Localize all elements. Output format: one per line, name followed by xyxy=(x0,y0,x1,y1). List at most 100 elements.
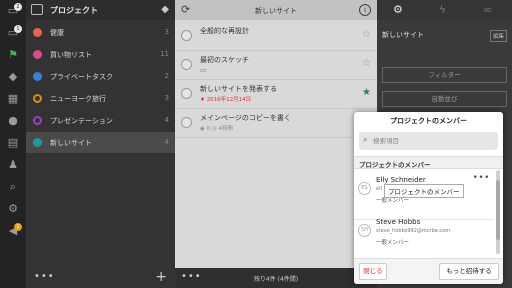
project-color-dot xyxy=(33,50,42,59)
project-name: プレゼンテーション xyxy=(50,117,113,125)
search-icon[interactable]: ⌕ xyxy=(6,180,20,194)
member-scrollbar[interactable] xyxy=(496,170,500,254)
notification-badge: 1 xyxy=(14,25,22,33)
task-item[interactable]: 最初のスケッチ ▭ ☆ xyxy=(175,51,377,80)
task-list: ⟳ 新しいサイト i 全般的な再設計 ☆ 最初のスケッチ ▭ ☆ 新しいサイトを… xyxy=(175,0,377,288)
section-title: プロジェクトのメンバー xyxy=(359,161,431,169)
link-icon[interactable]: ∞ xyxy=(483,3,492,16)
member-role: 一般メンバー xyxy=(376,240,410,246)
project-color-dot xyxy=(33,116,42,125)
task-list-header: ⟳ 新しいサイト i xyxy=(175,0,377,20)
task-list-title: 新しいサイト xyxy=(255,7,297,15)
lightning-icon[interactable]: ϟ xyxy=(439,3,446,16)
more-icon[interactable]: ••• xyxy=(473,173,490,183)
project-item-health[interactable]: 健康 3 xyxy=(26,22,175,43)
task-name: 最初のスケッチ xyxy=(200,56,249,64)
project-color-dot xyxy=(33,28,42,37)
task-checkbox[interactable] xyxy=(181,88,192,99)
task-name: メインページのコピーを書く xyxy=(200,114,291,122)
member-tooltip: プロジェクトのメンバー xyxy=(384,184,464,198)
task-checkbox[interactable] xyxy=(181,30,192,41)
task-meta: ▭ xyxy=(200,66,207,74)
task-checkbox[interactable] xyxy=(181,117,192,128)
more-icon[interactable]: ••• xyxy=(34,271,55,282)
calendar-icon[interactable]: ▦ xyxy=(6,92,20,106)
tag-icon[interactable]: ◆ xyxy=(6,70,20,84)
project-members-popover: プロジェクトのメンバー ⌕ プロジェクトのメンバー ES Elly Schnei… xyxy=(354,112,503,284)
popover-footer: 閉じる もっと招待する xyxy=(354,258,503,284)
project-count: 4 xyxy=(164,116,169,124)
filter-button[interactable]: フィルター xyxy=(382,67,507,83)
project-count: 2 xyxy=(164,72,169,80)
project-color-dot xyxy=(33,138,42,147)
member-email: ell xyxy=(376,186,382,192)
member-name: Steve Hobbs xyxy=(376,218,421,226)
project-count: 3 xyxy=(164,94,169,102)
flame-icon: ♦ xyxy=(200,97,205,103)
close-button[interactable]: 閉じる xyxy=(359,263,387,280)
task-estimate: 4時間 xyxy=(218,126,233,132)
member-search: ⌕ xyxy=(359,132,498,150)
star-icon[interactable]: ★ xyxy=(362,87,371,98)
star-icon[interactable]: ☆ xyxy=(362,58,371,69)
detail-header: ⚙ ϟ ∞ xyxy=(377,0,512,20)
chat-icon[interactable]: ● xyxy=(6,114,20,128)
monitor-icon: ▭ xyxy=(200,66,207,74)
reports-icon[interactable]: ▤ xyxy=(6,136,20,150)
autosort-button[interactable]: 自動並び xyxy=(382,91,507,107)
project-list-footer: ••• + xyxy=(26,268,175,288)
task-item[interactable]: メインページのコピーを書く ◉ 0 ◷ 4時間 ☆ xyxy=(175,109,377,138)
task-item[interactable]: 新しいサイトを発表する ♦ 2016年12月14日 ★ xyxy=(175,80,377,109)
avatar: ES xyxy=(358,182,371,195)
task-comment-count: 0 xyxy=(206,126,211,132)
member-name: Elly Schneider xyxy=(376,176,426,184)
flag-icon[interactable]: ⚑ xyxy=(6,48,20,62)
project-item-presentation[interactable]: プレゼンテーション 4 xyxy=(26,110,175,131)
project-count: 11 xyxy=(160,50,169,58)
task-name: 全般的な再設計 xyxy=(200,27,249,35)
notification-badge: 2 xyxy=(14,3,22,11)
info-icon[interactable]: i xyxy=(359,4,371,16)
member-email: steve_hobbs992@mcrbe.com xyxy=(376,228,451,234)
project-item-newyork[interactable]: ニューヨーク旅行 3 xyxy=(26,88,175,109)
project-list-header: プロジェクト ◆ xyxy=(26,0,175,20)
project-color-dot xyxy=(33,72,42,81)
gear-icon[interactable]: ⚙ xyxy=(6,202,20,216)
project-name: 新しいサイト xyxy=(50,139,92,147)
task-name: 新しいサイトを発表する xyxy=(200,85,277,93)
project-list: プロジェクト ◆ 健康 3 買い物リスト 11 プライベートタスク 2 ニューヨ… xyxy=(26,0,175,288)
project-color-dot xyxy=(33,94,42,103)
task-item[interactable]: 全般的な再設計 ☆ xyxy=(175,22,377,51)
project-name-field[interactable]: 新しいサイト xyxy=(382,30,424,40)
edit-button[interactable]: 編集 xyxy=(489,30,507,42)
inbox-icon xyxy=(31,4,43,15)
task-meta: ♦ 2016年12月14日 xyxy=(200,95,251,103)
remaining-count: 残り4件 (4件間) xyxy=(253,276,299,283)
scrollbar-thumb[interactable] xyxy=(496,180,500,240)
members-section-header: プロジェクトのメンバー xyxy=(354,156,503,169)
announcement-badge: 1 xyxy=(14,223,22,231)
project-item-new-site[interactable]: 新しいサイト 4 xyxy=(26,132,175,153)
invite-more-button[interactable]: もっと招待する xyxy=(439,263,499,280)
gear-icon[interactable]: ⚙ xyxy=(393,3,403,16)
member-search-input[interactable] xyxy=(373,134,493,148)
task-due-date: 2016年12月14日 xyxy=(206,97,252,103)
icon-rail: ▭ 2 ▭ 1 ⚑ ◆ ▦ ● ▤ ♟ ⌕ ⚙ ◀ 1 xyxy=(0,0,26,288)
project-name: プライベートタスク xyxy=(50,73,113,81)
task-meta: ◉ 0 ◷ 4時間 xyxy=(200,126,233,132)
popover-title: プロジェクトのメンバー xyxy=(390,117,467,125)
member-row[interactable]: SH Steve Hobbs steve_hobbs992@mcrbe.com … xyxy=(354,212,494,262)
project-item-shopping[interactable]: 買い物リスト 11 xyxy=(26,44,175,65)
task-list-footer: ••• 残り4件 (4件間) xyxy=(175,268,377,288)
star-icon[interactable]: ☆ xyxy=(362,29,371,40)
add-project-button[interactable]: + xyxy=(155,269,167,285)
project-item-private[interactable]: プライベートタスク 2 xyxy=(26,66,175,87)
project-count: 3 xyxy=(164,28,169,36)
project-count: 4 xyxy=(164,138,169,146)
avatar: SH xyxy=(358,224,371,237)
project-name: 買い物リスト xyxy=(50,51,92,59)
task-checkbox[interactable] xyxy=(181,59,192,70)
tag-icon[interactable]: ◆ xyxy=(161,4,169,15)
people-icon[interactable]: ♟ xyxy=(6,158,20,172)
project-name: 健康 xyxy=(50,29,64,37)
